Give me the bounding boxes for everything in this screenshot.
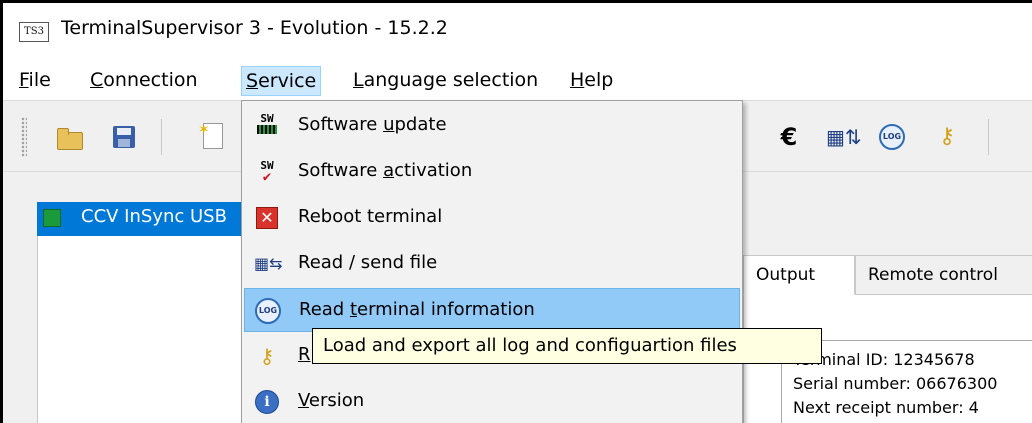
menu-service[interactable]: Service xyxy=(241,66,322,96)
log-icon[interactable]: LOG xyxy=(879,124,905,150)
menu-item-version[interactable]: i Version xyxy=(244,380,740,423)
menu-connection[interactable]: Connection xyxy=(86,66,202,96)
menu-item-read-terminal-information[interactable]: LOG Read terminal information xyxy=(244,288,740,332)
key-icon[interactable]: ⚷ xyxy=(933,123,961,151)
read-send-file-icon: ▦⇆ xyxy=(254,254,283,273)
info-icon: i xyxy=(255,390,279,414)
euro-icon[interactable]: € xyxy=(775,123,803,151)
menu-bar: File Connection Service Language selecti… xyxy=(3,58,1032,100)
save-disk-icon[interactable] xyxy=(113,126,135,148)
log-icon: LOG xyxy=(255,298,281,324)
window-title: TerminalSupervisor 3 - Evolution - 15.2.… xyxy=(61,17,448,39)
software-activation-icon: SW ✔ xyxy=(260,159,274,185)
session-status-indicator xyxy=(43,209,61,227)
reboot-icon: ✕ xyxy=(256,207,278,229)
menu-file[interactable]: File xyxy=(15,66,55,96)
tab-output[interactable]: Output xyxy=(743,255,855,295)
menu-help[interactable]: Help xyxy=(566,66,617,96)
toolbar-grip[interactable] xyxy=(21,117,27,157)
service-menu: SW Software update SW ✔ Software activati… xyxy=(241,100,743,423)
software-update-icon: SW xyxy=(254,113,280,138)
new-document-icon[interactable] xyxy=(198,116,223,149)
tab-remote-control[interactable]: Remote control xyxy=(855,255,1032,295)
session-item[interactable]: CCV InSync USB xyxy=(37,202,247,236)
toolbar-separator xyxy=(161,119,162,155)
menu-language-selection[interactable]: Language selection xyxy=(349,66,542,96)
menu-item-reboot-terminal[interactable]: ✕ Reboot terminal xyxy=(244,196,740,240)
read-send-file-icon[interactable]: ▦⇅ xyxy=(826,123,862,151)
menu-item-software-activation[interactable]: SW ✔ Software activation xyxy=(244,150,740,194)
menu-item-software-update[interactable]: SW Software update xyxy=(244,104,740,148)
output-line: Serial number: 06676300 xyxy=(793,374,998,393)
title-bar: TS3 TerminalSupervisor 3 - Evolution - 1… xyxy=(3,3,1032,58)
toolbar-separator xyxy=(988,119,989,155)
app-window: TS3 TerminalSupervisor 3 - Evolution - 1… xyxy=(0,0,1032,423)
session-list[interactable] xyxy=(37,236,247,423)
session-label: CCV InSync USB xyxy=(81,206,227,227)
menu-item-read-send-file[interactable]: ▦⇆ Read / send file xyxy=(244,242,740,286)
app-icon: TS3 xyxy=(19,22,49,42)
key-icon: ⚷ xyxy=(259,344,275,368)
tooltip: Load and export all log and configuartio… xyxy=(312,328,822,364)
output-line: Next receipt number: 4 xyxy=(793,398,979,417)
open-folder-icon[interactable] xyxy=(55,126,83,150)
